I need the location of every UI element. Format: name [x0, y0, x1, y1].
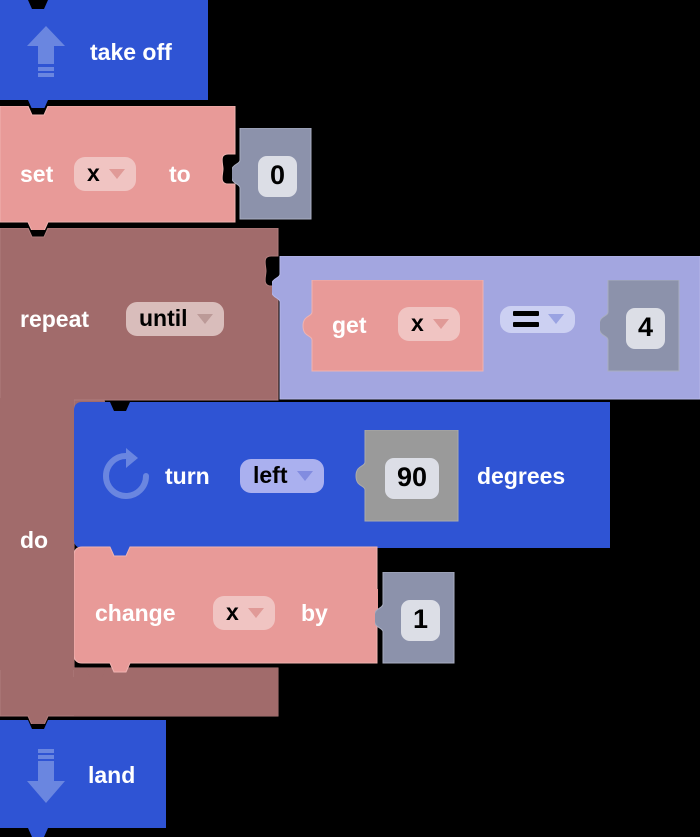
- chevron-down-icon: [296, 470, 313, 481]
- arrow-down-land-icon: [24, 747, 68, 807]
- do-label: do: [20, 527, 49, 553]
- turn-direction-dropdown[interactable]: left: [240, 459, 324, 493]
- block-take-off[interactable]: take off: [0, 0, 208, 108]
- chevron-down-icon: [432, 318, 449, 329]
- block-number-zero[interactable]: 0: [232, 128, 312, 220]
- compare-operator-dropdown[interactable]: [500, 306, 575, 333]
- equals-icon: [513, 311, 539, 327]
- rotate-clockwise-icon: [98, 448, 154, 504]
- block-number-one[interactable]: 1: [375, 572, 455, 664]
- repeat-mode-dropdown[interactable]: until: [126, 302, 224, 336]
- block-change-variable[interactable]: change x by: [74, 545, 378, 673]
- set-label: set: [20, 161, 54, 187]
- set-variable-dropdown-value: x: [87, 160, 100, 186]
- turn-direction-value: left: [253, 462, 288, 488]
- number-four-field[interactable]: 4: [626, 308, 666, 349]
- block-number-ninety[interactable]: 90: [355, 430, 459, 522]
- arrow-up-takeoff-icon: [24, 24, 68, 80]
- get-variable-dropdown-value: x: [411, 310, 424, 336]
- blockly-workspace[interactable]: take off set x to 0 repeat until do get …: [0, 0, 700, 837]
- number-ninety-field[interactable]: 90: [385, 458, 440, 499]
- degrees-label: degrees: [477, 463, 566, 489]
- chevron-down-icon: [247, 607, 264, 618]
- block-set-variable[interactable]: set x to: [0, 106, 236, 230]
- get-label: get: [332, 312, 367, 338]
- change-variable-dropdown-value: x: [226, 599, 239, 625]
- by-label: by: [301, 600, 328, 626]
- change-label: change: [95, 600, 176, 626]
- set-variable-dropdown[interactable]: x: [74, 157, 136, 191]
- chevron-down-icon: [548, 314, 564, 324]
- land-label: land: [88, 762, 136, 788]
- change-variable-dropdown[interactable]: x: [213, 596, 275, 630]
- block-land[interactable]: land: [0, 720, 166, 837]
- repeat-mode-value: until: [139, 305, 188, 331]
- turn-label: turn: [165, 463, 210, 489]
- take-off-label: take off: [90, 39, 172, 65]
- get-variable-dropdown[interactable]: x: [398, 307, 460, 341]
- repeat-label: repeat: [20, 306, 90, 332]
- number-zero-field[interactable]: 0: [258, 156, 298, 197]
- number-one-field[interactable]: 1: [401, 600, 441, 641]
- chevron-down-icon: [196, 313, 213, 324]
- chevron-down-icon: [108, 168, 125, 179]
- block-turn[interactable]: turn left degrees: [74, 400, 610, 556]
- block-get-variable[interactable]: get x: [302, 280, 484, 372]
- block-number-four[interactable]: 4: [600, 280, 680, 372]
- to-label: to: [169, 161, 191, 187]
